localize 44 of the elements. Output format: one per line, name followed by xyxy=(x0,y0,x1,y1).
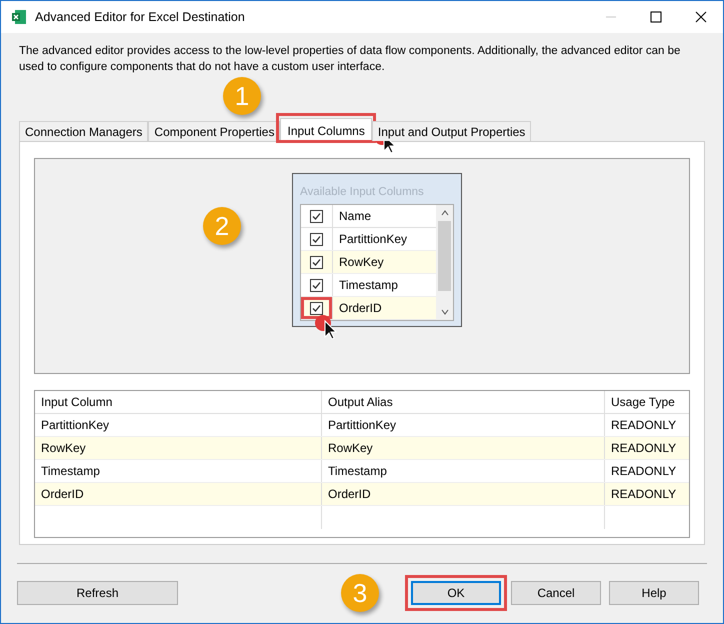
column-header: Output Alias xyxy=(322,391,605,413)
scroll-down-icon[interactable] xyxy=(440,308,448,316)
column-name: PartittionKey xyxy=(338,231,408,248)
column-name: Timestamp xyxy=(338,277,399,294)
checkbox[interactable] xyxy=(310,210,323,223)
checkbox[interactable] xyxy=(310,302,323,315)
table-cell: PartittionKey xyxy=(35,414,322,436)
dialog-button[interactable]: OK xyxy=(411,581,501,605)
table-cell: Timestamp xyxy=(322,460,605,482)
table-cell: RowKey xyxy=(35,437,322,459)
scroll-up-icon[interactable] xyxy=(440,209,448,218)
column-header: Input Column xyxy=(35,391,322,413)
tab[interactable]: Input Columns xyxy=(280,118,372,142)
tab[interactable]: Input and Output Properties xyxy=(372,121,532,141)
column-header: Usage Type xyxy=(610,394,676,411)
dialog-button[interactable]: Help xyxy=(609,581,699,605)
table-cell-text: READONLY xyxy=(610,463,678,480)
dialog-button[interactable]: Refresh xyxy=(17,581,178,605)
table-cell-text: READONLY xyxy=(610,440,678,457)
tab[interactable]: Component Properties xyxy=(148,121,280,141)
close-icon[interactable] xyxy=(695,11,707,23)
app-icon xyxy=(11,9,27,25)
column-name: RowKey xyxy=(338,254,385,272)
window-title: Advanced Editor for Excel Destination xyxy=(35,8,245,26)
checkbox[interactable] xyxy=(310,278,323,292)
table-cell-text: READONLY xyxy=(610,417,678,434)
table-cell: RowKey xyxy=(322,437,605,459)
table-cell: Timestamp xyxy=(35,460,322,482)
step-badge: 3 xyxy=(341,574,379,612)
description-text: The advanced editor provides access to the low-level properties of data flow components. Additionally, the advanced editor can be used to configure components that do not have a custom user interface. xyxy=(18,44,682,75)
scrollbar[interactable] xyxy=(436,205,453,320)
column-header: Name xyxy=(338,208,372,226)
checkbox[interactable] xyxy=(310,256,323,269)
tab[interactable]: Connection Managers xyxy=(19,121,148,141)
table-cell: PartittionKey xyxy=(322,414,605,436)
checkbox[interactable] xyxy=(310,232,323,246)
table-cell-text: READONLY xyxy=(610,486,678,503)
step-badge: 2 xyxy=(203,207,241,245)
table-cell: OrderID xyxy=(35,483,322,505)
dialog-button[interactable]: Cancel xyxy=(511,581,601,605)
column-name: OrderID xyxy=(338,300,383,318)
step-badge: 1 xyxy=(223,77,261,115)
table-cell: OrderID xyxy=(322,483,605,505)
maximize-icon[interactable] xyxy=(650,11,662,23)
